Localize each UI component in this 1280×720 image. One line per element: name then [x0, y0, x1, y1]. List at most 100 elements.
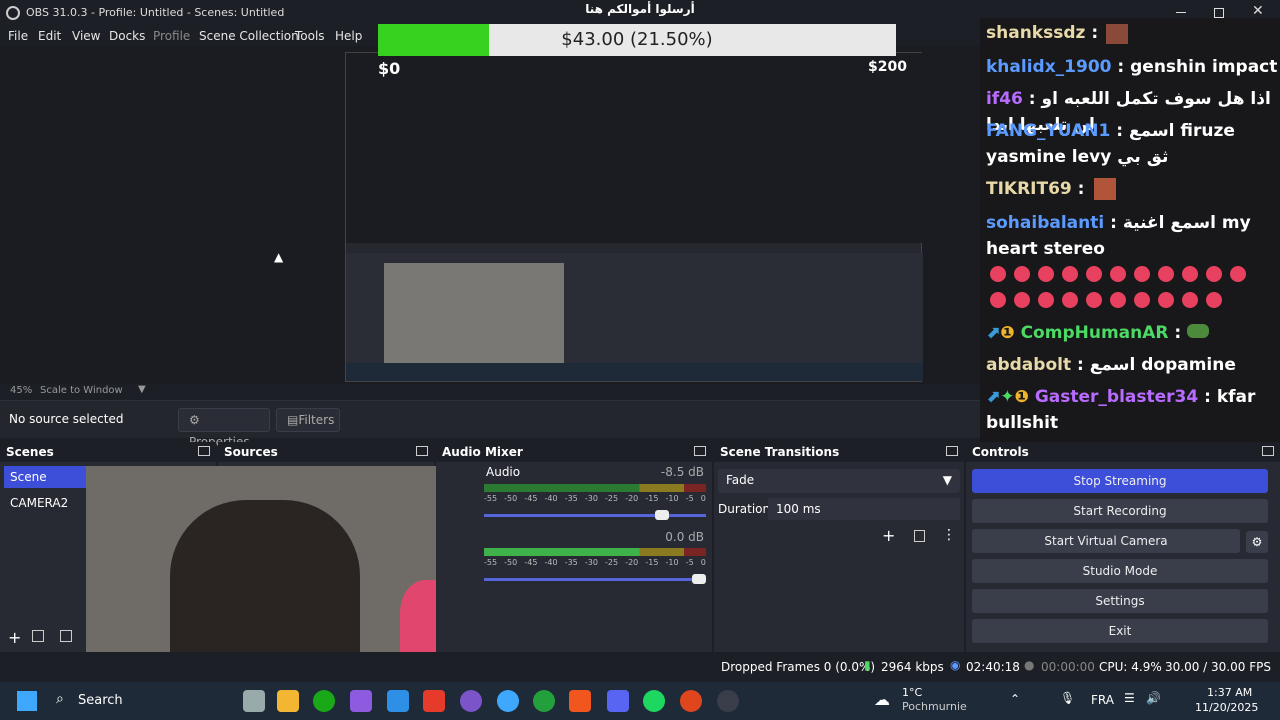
transition-select[interactable]: Fade ▼: [718, 469, 960, 493]
meter-tick-label: -5: [685, 494, 694, 503]
meter-tick-label: -15: [645, 494, 659, 503]
more-icon[interactable]: ⋮: [942, 527, 956, 543]
meter-tick-label: -30: [584, 494, 598, 503]
close-icon[interactable]: ✕: [1252, 3, 1264, 19]
menu-edit[interactable]: Edit: [38, 29, 61, 43]
emote-icon: [1134, 266, 1150, 282]
gear-icon[interactable]: ⚙: [1246, 531, 1268, 553]
menu-docks[interactable]: Docks: [109, 29, 145, 43]
settings-button[interactable]: Settings: [972, 589, 1268, 613]
app-icon[interactable]: [680, 690, 702, 712]
speaker-icon[interactable]: 🔊: [1146, 691, 1161, 705]
minimize-icon[interactable]: [1176, 12, 1186, 13]
duration-input[interactable]: 100 ms: [768, 498, 960, 520]
chevron-up-icon[interactable]: ⌃: [1010, 692, 1020, 706]
scale-mode[interactable]: Scale to Window: [40, 385, 123, 396]
chat-line: ⬈❶ CompHumanAR :: [986, 320, 1210, 346]
store-icon[interactable]: [387, 690, 409, 712]
emote-icon: [1014, 266, 1030, 282]
emote-icon: [990, 266, 1006, 282]
filters-button[interactable]: ▤Filters: [276, 408, 340, 432]
preview-canvas[interactable]: ▲: [0, 46, 980, 384]
menu-scene-collection[interactable]: Scene Collection: [199, 29, 299, 43]
menu-profile[interactable]: Profile: [153, 29, 190, 43]
undock-icon[interactable]: [694, 446, 706, 456]
undock-icon[interactable]: [1262, 446, 1274, 456]
emote-icon: [1062, 292, 1078, 308]
volume-slider[interactable]: [484, 578, 706, 581]
meter-tick-label: -20: [625, 558, 639, 567]
preview-zoom-row: 45% Scale to Window ▼: [0, 384, 980, 398]
cpu-usage: CPU: 4.9%: [1099, 660, 1162, 674]
undock-icon[interactable]: [198, 446, 210, 456]
mic-icon[interactable]: 🎙: [1060, 691, 1075, 705]
undock-icon[interactable]: [416, 446, 428, 456]
record-time: 00:00:00: [1041, 660, 1095, 674]
maximize-icon[interactable]: [1214, 8, 1224, 18]
menu-file[interactable]: File: [8, 29, 28, 43]
start-recording-button[interactable]: Start Recording: [972, 499, 1268, 523]
trash-icon[interactable]: [32, 630, 44, 642]
add-icon[interactable]: +: [8, 628, 21, 647]
menu-view[interactable]: View: [72, 29, 100, 43]
chat-user: CompHumanAR: [1020, 323, 1169, 343]
app-icon[interactable]: [460, 690, 482, 712]
trash-icon[interactable]: [914, 530, 925, 542]
meter-tick-label: -55: [484, 494, 498, 503]
meter-tick-label: -20: [625, 494, 639, 503]
taskbar: ⌕ Search ☁ 1°C Pochmurnie ⌃ 🎙 FRA ☰ 🔊 1:…: [0, 682, 1280, 720]
start-virtual-camera-button[interactable]: Start Virtual Camera: [972, 529, 1240, 553]
chat-user: sohaibalanti: [986, 213, 1105, 233]
app-icon[interactable]: [533, 690, 555, 712]
discord-icon[interactable]: [607, 690, 629, 712]
meter-tick-label: -40: [544, 494, 558, 503]
volume-knob[interactable]: [654, 510, 669, 520]
properties-button[interactable]: ⚙ Properties: [178, 408, 270, 449]
xbox-icon[interactable]: [313, 690, 335, 712]
exit-button[interactable]: Exit: [972, 619, 1268, 643]
donation-goal: $200: [868, 59, 907, 75]
browser-icon[interactable]: [497, 690, 519, 712]
duration-value: 100 ms: [776, 502, 821, 516]
file-explorer-icon[interactable]: [277, 690, 299, 712]
volume-knob[interactable]: [692, 574, 706, 584]
stop-streaming-button[interactable]: Stop Streaming: [972, 469, 1268, 493]
chat-user: khalidx_1900: [986, 57, 1112, 77]
spotify-icon[interactable]: [643, 690, 665, 712]
scene-label: Scene: [10, 470, 47, 484]
undock-icon[interactable]: [946, 446, 958, 456]
zoom-level: 45%: [10, 385, 33, 396]
filter-icon[interactable]: [60, 630, 72, 642]
obs-icon[interactable]: [717, 690, 739, 712]
chevron-down-icon[interactable]: ▼: [138, 384, 146, 395]
emote-icon: [1182, 266, 1198, 282]
meter-tick-label: -35: [564, 494, 578, 503]
search-icon[interactable]: ⌕: [56, 691, 64, 707]
copilot-icon[interactable]: [350, 690, 372, 712]
app-icon[interactable]: [423, 690, 445, 712]
brave-icon[interactable]: [569, 690, 591, 712]
chevron-down-icon: ▼: [942, 473, 952, 487]
search-label[interactable]: Search: [78, 693, 123, 708]
clock-date[interactable]: 11/20/2025: [1195, 701, 1258, 714]
add-icon[interactable]: +: [882, 526, 895, 545]
chat-user: shankssdz: [986, 23, 1086, 43]
meter-tick-label: 0: [700, 558, 706, 567]
menu-help[interactable]: Help: [335, 29, 362, 43]
chat-line: khalidx_1900 : genshin impact: [986, 57, 1278, 77]
emote-icon: [1106, 24, 1128, 44]
stream-time: 02:40:18: [966, 660, 1020, 674]
language[interactable]: FRA: [1091, 693, 1114, 707]
audio-meter: [484, 548, 706, 556]
meter-tick-label: -55: [484, 558, 498, 567]
windows-start-icon[interactable]: [17, 691, 37, 711]
badge-icon: ❶: [1014, 387, 1029, 407]
volume-slider[interactable]: [484, 514, 706, 517]
chat-message: اسمع dopamine: [1089, 355, 1236, 375]
studio-mode-button[interactable]: Studio Mode: [972, 559, 1268, 583]
clock-time[interactable]: 1:37 AM: [1207, 686, 1252, 699]
menu-tools[interactable]: Tools: [295, 29, 325, 43]
emote-icon: [1206, 292, 1222, 308]
task-view-icon[interactable]: [243, 690, 265, 712]
wifi-icon[interactable]: ☰: [1124, 691, 1135, 705]
